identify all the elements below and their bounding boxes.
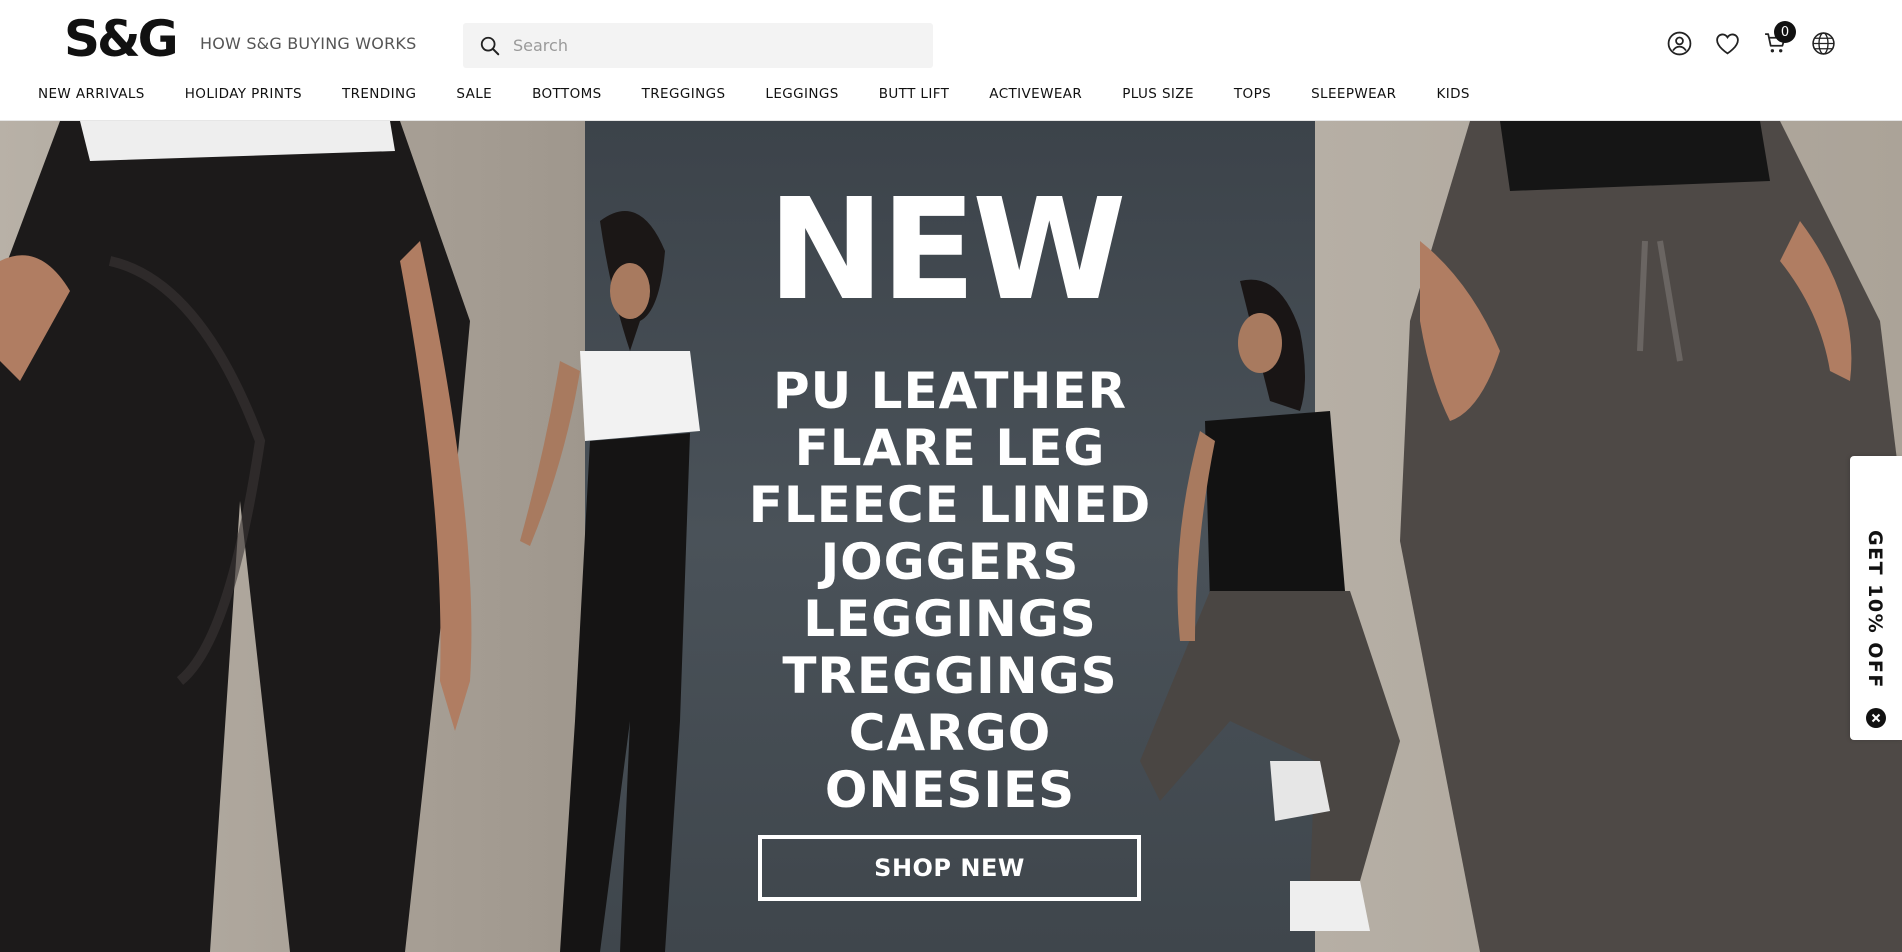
account-icon[interactable] (1666, 30, 1692, 56)
nav-item-kids[interactable]: KIDS (1436, 86, 1469, 102)
site-logo[interactable]: S&G (64, 14, 179, 64)
nav-item-tops[interactable]: TOPS (1234, 86, 1271, 102)
search-icon[interactable] (477, 33, 503, 59)
nav-item-sale[interactable]: SALE (456, 86, 492, 102)
search-input[interactable] (513, 36, 913, 55)
hero-list-item: CARGO (848, 704, 1052, 762)
nav-item-butt-lift[interactable]: BUTT LIFT (879, 86, 950, 102)
nav-item-sleepwear[interactable]: SLEEPWEAR (1311, 86, 1396, 102)
header-icons: 0 (1666, 21, 1836, 56)
nav-item-leggings[interactable]: LEGGINGS (765, 86, 838, 102)
hero-banner[interactable]: NEW PU LEATHER FLARE LEG FLEECE LINED JO… (0, 121, 1902, 952)
main-nav: NEW ARRIVALS HOLIDAY PRINTS TRENDING SAL… (38, 86, 1510, 102)
nav-item-new-arrivals[interactable]: NEW ARRIVALS (38, 86, 145, 102)
hero-list-item: FLARE LEG (794, 419, 1106, 477)
cart-icon[interactable]: 0 (1762, 21, 1796, 56)
hero-list-item: FLEECE LINED (748, 476, 1152, 534)
hero-list-item: ONESIES (824, 761, 1076, 819)
shop-new-button[interactable]: SHOP NEW (758, 835, 1141, 901)
hero-product-list: PU LEATHER FLARE LEG FLEECE LINED JOGGER… (740, 363, 1160, 819)
hero-list-item: TREGGINGS (782, 647, 1118, 705)
site-header: S&G HOW S&G BUYING WORKS 0 NEW ARRIVALS … (0, 0, 1902, 121)
nav-item-activewear[interactable]: ACTIVEWEAR (989, 86, 1082, 102)
search-bar[interactable] (463, 23, 933, 68)
nav-item-bottoms[interactable]: BOTTOMS (532, 86, 602, 102)
promo-label[interactable]: GET 10% OFF (1864, 530, 1886, 689)
hero-text-block: NEW PU LEATHER FLARE LEG FLEECE LINED JO… (740, 181, 1160, 819)
hero-list-item: LEGGINGS (803, 590, 1097, 648)
nav-item-trending[interactable]: TRENDING (342, 86, 416, 102)
globe-icon[interactable] (1810, 30, 1836, 56)
how-buying-works-link[interactable]: HOW S&G BUYING WORKS (200, 34, 416, 53)
close-icon[interactable] (1866, 708, 1886, 728)
nav-item-treggings[interactable]: TREGGINGS (642, 86, 726, 102)
hero-headline: NEW (767, 169, 1126, 332)
nav-item-plus-size[interactable]: PLUS SIZE (1122, 86, 1194, 102)
nav-item-holiday-prints[interactable]: HOLIDAY PRINTS (185, 86, 302, 102)
discount-promo-tab[interactable]: GET 10% OFF (1850, 456, 1902, 740)
hero-list-item: PU LEATHER (772, 362, 1128, 420)
heart-icon[interactable] (1714, 30, 1740, 56)
hero-list-item: JOGGERS (820, 533, 1080, 591)
cart-count-badge: 0 (1774, 21, 1796, 43)
